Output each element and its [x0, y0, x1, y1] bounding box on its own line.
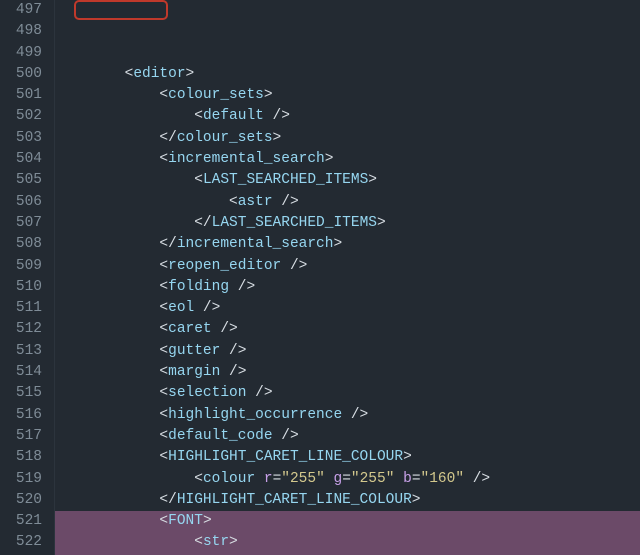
code-text: <HIGHLIGHT_CARET_LINE_COLOUR>: [55, 449, 412, 465]
code-line[interactable]: <caret />: [55, 319, 640, 340]
code-text: <colour_sets>: [55, 87, 273, 103]
code-text: </HIGHLIGHT_CARET_LINE_COLOUR>: [55, 492, 420, 508]
line-number: 518: [0, 447, 42, 468]
code-text: <LAST_SEARCHED_ITEMS>: [55, 172, 377, 188]
line-number: 520: [0, 490, 42, 511]
line-number: 498: [0, 21, 42, 42]
code-text: <colour r="255" g="255" b="160" />: [55, 471, 490, 487]
line-number: 517: [0, 426, 42, 447]
line-number: 509: [0, 256, 42, 277]
code-line[interactable]: <folding />: [55, 277, 640, 298]
code-text: <folding />: [55, 279, 255, 295]
code-text: </incremental_search>: [55, 236, 342, 252]
code-text: <highlight_occurrence />: [55, 407, 368, 423]
code-line[interactable]: <astr />: [55, 192, 640, 213]
line-number: 505: [0, 170, 42, 191]
code-text: <FONT>: [55, 513, 212, 529]
code-line[interactable]: <margin />: [55, 362, 640, 383]
line-number: 519: [0, 469, 42, 490]
code-line[interactable]: <selection />: [55, 383, 640, 404]
line-number: 508: [0, 234, 42, 255]
code-text: <selection />: [55, 385, 273, 401]
line-number: 513: [0, 341, 42, 362]
line-number: 504: [0, 149, 42, 170]
line-number: 500: [0, 64, 42, 85]
code-text: <margin />: [55, 364, 246, 380]
code-line[interactable]: <colour r="255" g="255" b="160" />: [55, 469, 640, 490]
code-line[interactable]: <default_code />: [55, 426, 640, 447]
code-text: </colour_sets>: [55, 130, 281, 146]
code-line[interactable]: </HIGHLIGHT_CARET_LINE_COLOUR>: [55, 490, 640, 511]
code-area[interactable]: <editor> <colour_sets> <default /> </col…: [55, 0, 640, 555]
line-number: 512: [0, 319, 42, 340]
code-line[interactable]: <gutter />: [55, 341, 640, 362]
code-text: <incremental_search>: [55, 151, 333, 167]
code-line[interactable]: <incremental_search>: [55, 149, 640, 170]
line-number: 510: [0, 277, 42, 298]
line-number: 521: [0, 511, 42, 532]
line-number-gutter: 4974984995005015025035045055065075085095…: [0, 0, 55, 555]
line-number: 515: [0, 383, 42, 404]
annotation-rectangle: [74, 0, 168, 20]
code-line[interactable]: </LAST_SEARCHED_ITEMS>: [55, 213, 640, 234]
code-text: <str>: [55, 534, 238, 550]
line-number: 503: [0, 128, 42, 149]
line-number: 506: [0, 192, 42, 213]
code-line[interactable]: <HIGHLIGHT_CARET_LINE_COLOUR>: [55, 447, 640, 468]
code-text: <default />: [55, 108, 290, 124]
code-text: <gutter />: [55, 343, 246, 359]
code-text: <editor>: [55, 66, 194, 82]
line-number: 511: [0, 298, 42, 319]
line-number: 502: [0, 106, 42, 127]
line-number: 514: [0, 362, 42, 383]
line-number: 522: [0, 532, 42, 553]
code-line[interactable]: <str>: [55, 532, 640, 553]
code-line[interactable]: <highlight_occurrence />: [55, 405, 640, 426]
code-line[interactable]: </colour_sets>: [55, 128, 640, 149]
code-line[interactable]: <FONT>: [55, 511, 640, 532]
line-number: 501: [0, 85, 42, 106]
line-number: 516: [0, 405, 42, 426]
code-text: <reopen_editor />: [55, 258, 307, 274]
code-line[interactable]: <LAST_SEARCHED_ITEMS>: [55, 170, 640, 191]
code-line[interactable]: <colour_sets>: [55, 85, 640, 106]
code-line[interactable]: </incremental_search>: [55, 234, 640, 255]
code-text: </LAST_SEARCHED_ITEMS>: [55, 215, 386, 231]
code-text: <astr />: [55, 194, 299, 210]
line-number: 499: [0, 43, 42, 64]
code-text: <default_code />: [55, 428, 299, 444]
line-number: 497: [0, 0, 42, 21]
code-editor[interactable]: 4974984995005015025035045055065075085095…: [0, 0, 640, 555]
line-number: 507: [0, 213, 42, 234]
code-line[interactable]: <editor>: [55, 64, 640, 85]
code-line[interactable]: <reopen_editor />: [55, 256, 640, 277]
code-line[interactable]: <default />: [55, 106, 640, 127]
code-text: <caret />: [55, 321, 238, 337]
code-text: <eol />: [55, 300, 220, 316]
code-line[interactable]: <eol />: [55, 298, 640, 319]
